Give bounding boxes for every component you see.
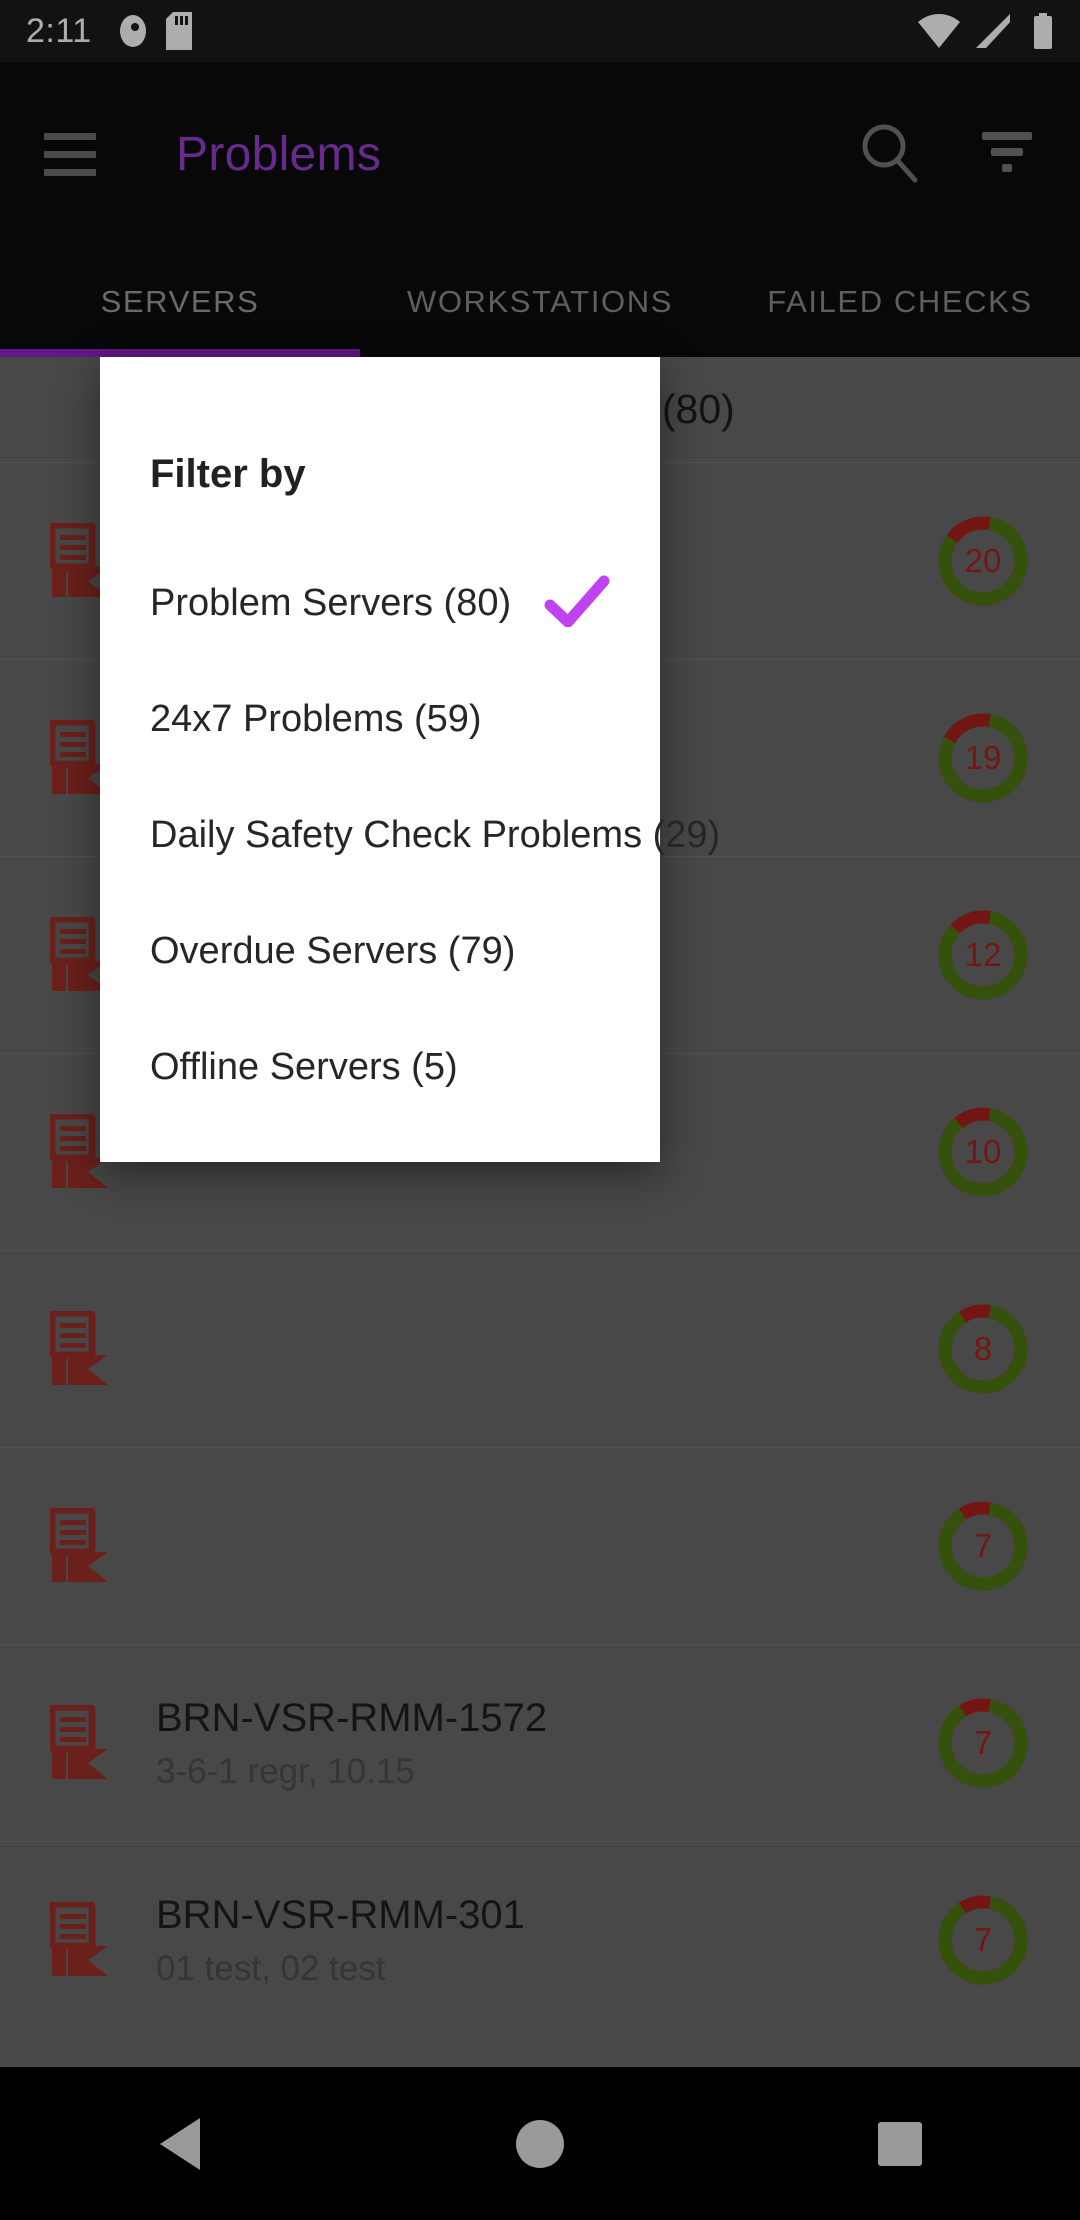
- filter-option-list: Problem Servers (80) 24x7 Problems (59) Da…: [150, 545, 720, 1125]
- filter-option-1[interactable]: 24x7 Problems (59): [150, 661, 610, 777]
- dialog-title: Filter by: [150, 452, 306, 496]
- back-triangle-icon[interactable]: [105, 2067, 255, 2220]
- home-circle-icon[interactable]: [465, 2067, 615, 2220]
- filter-option-2[interactable]: Daily Safety Check Problems (29): [150, 777, 720, 893]
- filter-option-label: Overdue Servers (79): [150, 929, 516, 972]
- filter-by-dialog: Filter by Problem Servers (80) 24x7 Probl…: [100, 357, 720, 1162]
- filter-option-3[interactable]: Overdue Servers (79): [150, 893, 610, 1009]
- check-icon: [544, 575, 610, 632]
- filter-option-label: Daily Safety Check Problems (29): [150, 813, 721, 856]
- filter-option-label: Problem Servers (80): [150, 581, 512, 624]
- recents-square-icon[interactable]: [825, 2067, 975, 2220]
- filter-option-label: 24x7 Problems (59): [150, 697, 482, 740]
- filter-option-label: Offline Servers (5): [150, 1045, 458, 1088]
- android-nav-bar: [0, 2067, 1080, 2220]
- filter-option-4[interactable]: Offline Servers (5): [150, 1009, 610, 1125]
- filter-option-0[interactable]: Problem Servers (80): [150, 545, 610, 661]
